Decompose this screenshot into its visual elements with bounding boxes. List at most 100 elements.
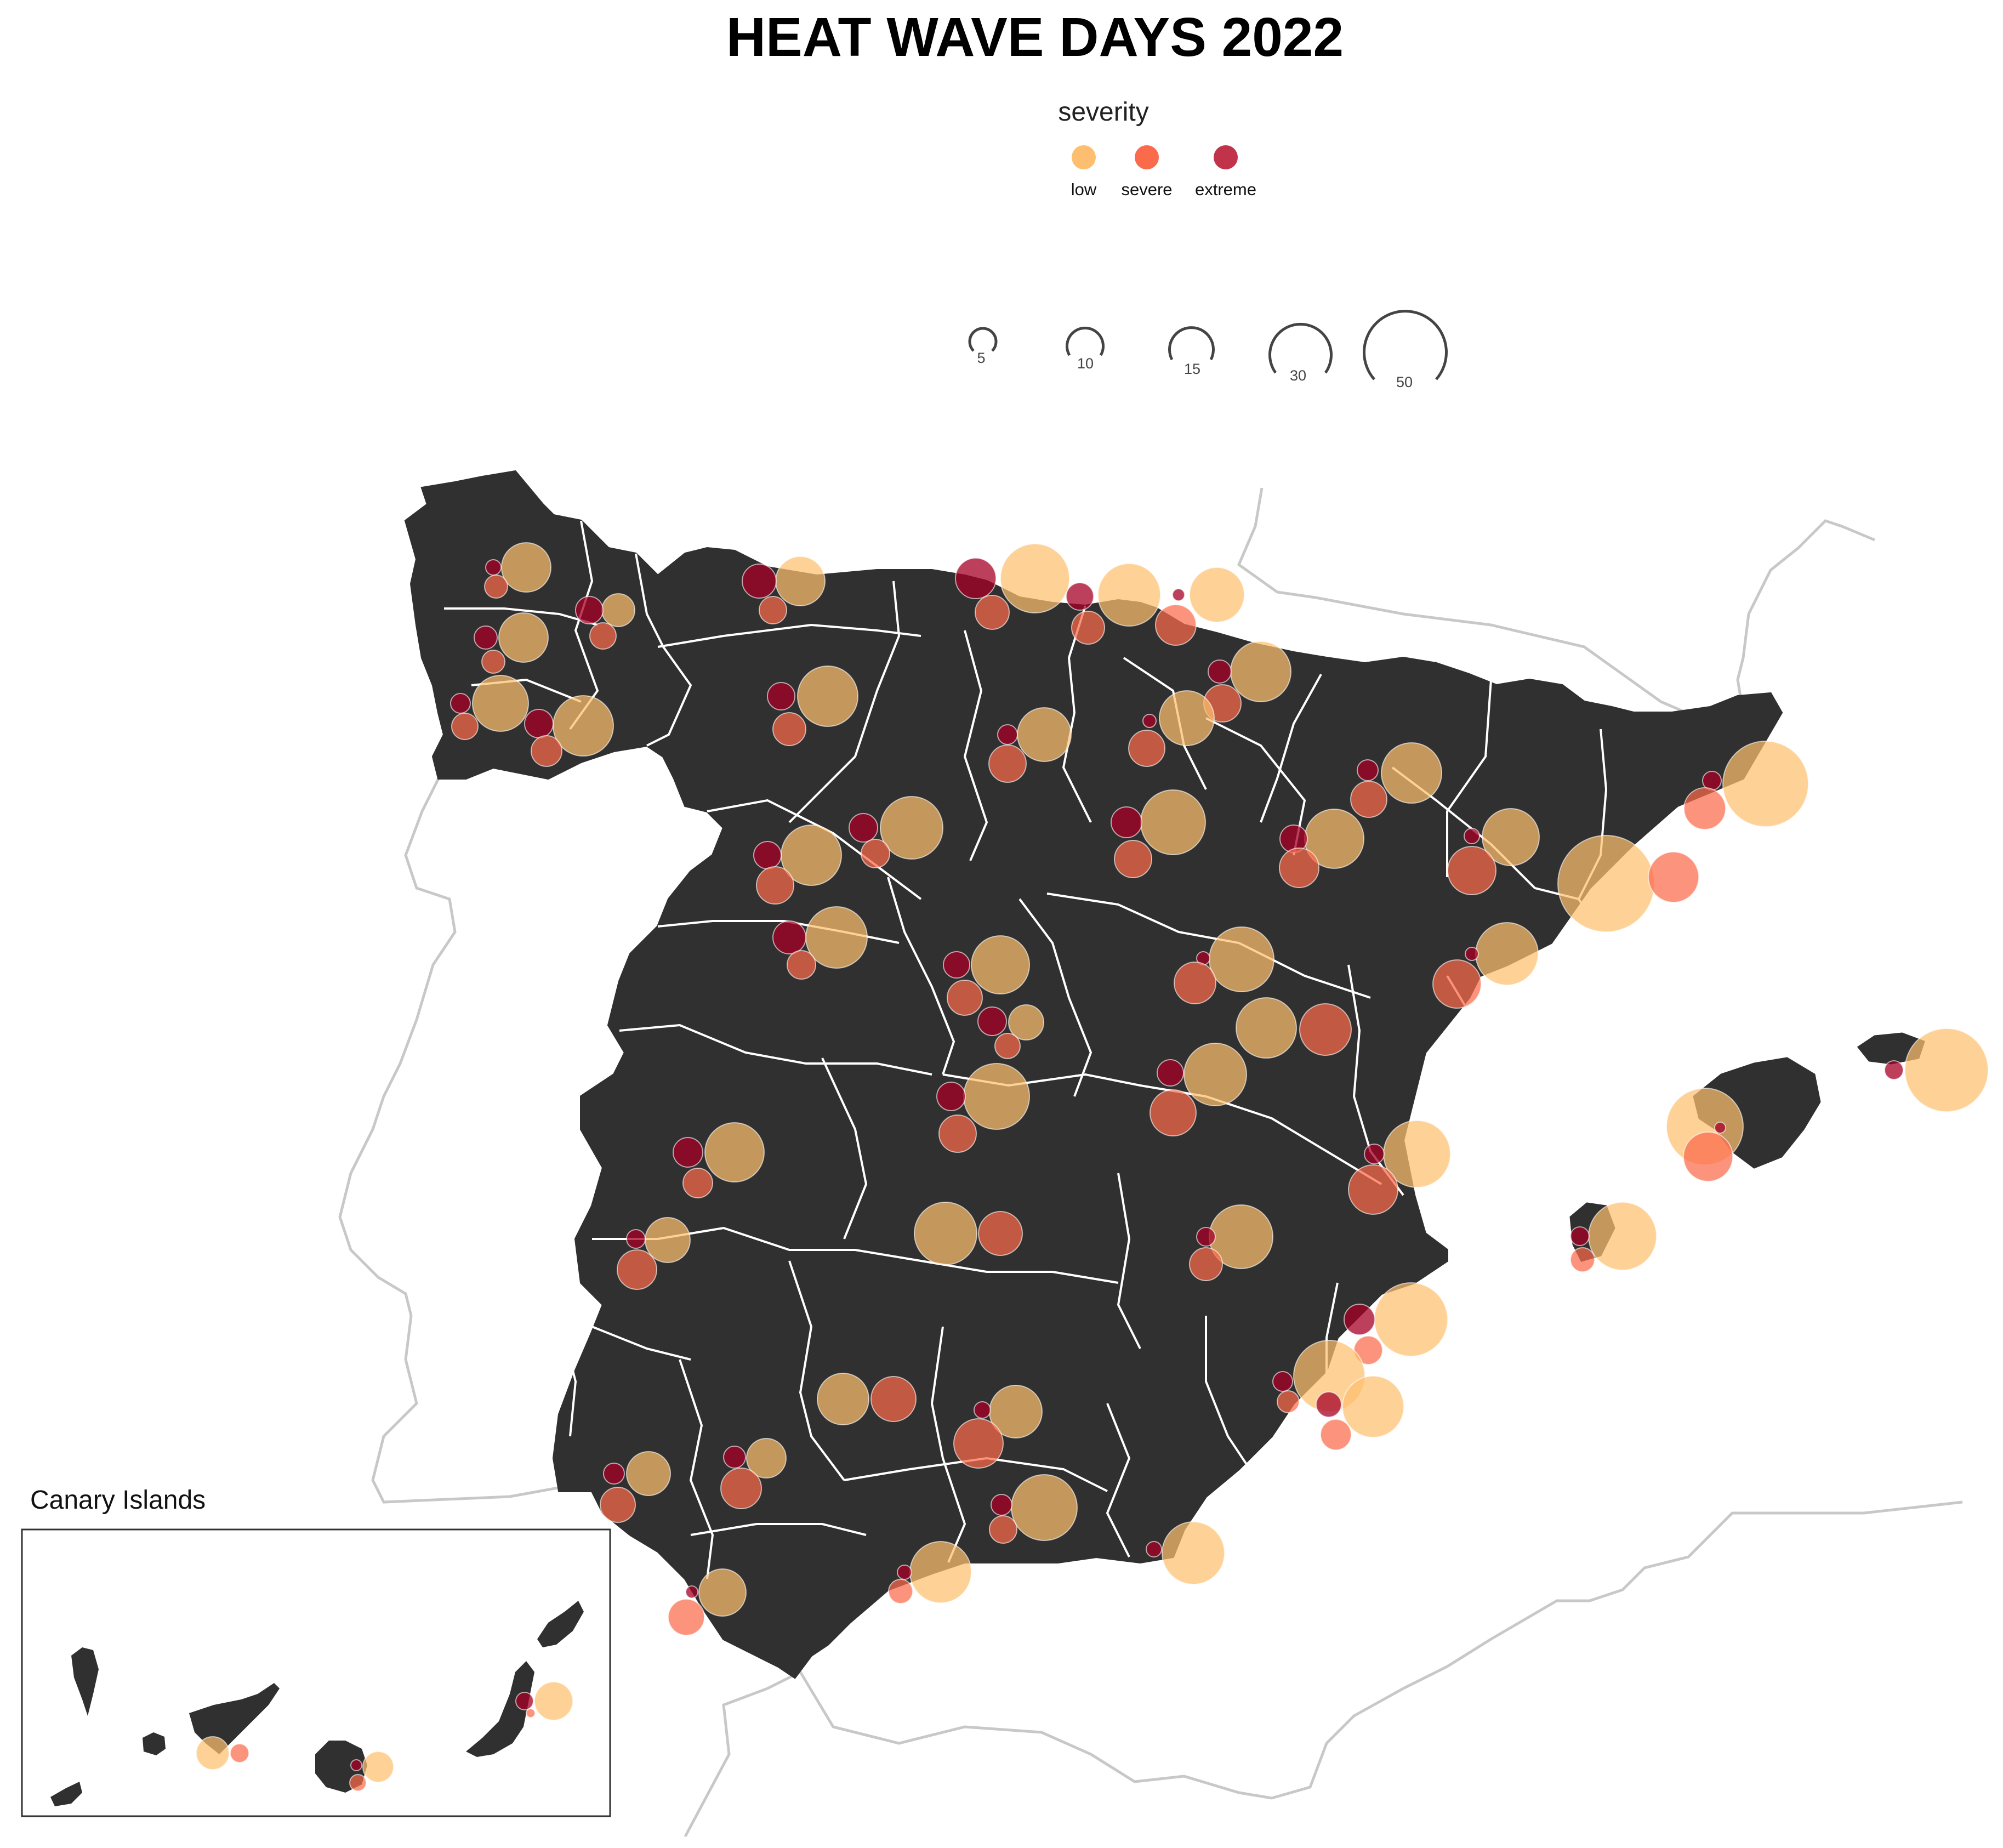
size-legend-arc-10 xyxy=(1066,326,1105,356)
bubble-severe xyxy=(1648,851,1699,903)
bubble-extreme xyxy=(485,559,502,576)
bubble-extreme xyxy=(997,724,1018,745)
size-legend-label-30: 30 xyxy=(1290,367,1306,384)
bubble-severe xyxy=(526,1708,536,1718)
bubble-extreme xyxy=(1465,947,1479,961)
bubble-extreme xyxy=(1316,1391,1342,1418)
bubble-low xyxy=(805,906,868,969)
bubble-low xyxy=(1017,707,1072,762)
bubble-severe xyxy=(1128,730,1165,767)
bubble-extreme xyxy=(1884,1060,1904,1080)
bubble-low xyxy=(1588,1202,1657,1271)
bubble-severe xyxy=(1114,840,1152,878)
bubble-severe xyxy=(720,1468,762,1509)
bubble-severe xyxy=(772,712,806,746)
bubble-extreme xyxy=(626,1229,646,1249)
bubble-severe xyxy=(1348,1164,1398,1215)
bubble-low xyxy=(909,1541,972,1604)
bubble-low xyxy=(1162,1521,1225,1585)
bubble-extreme xyxy=(977,1007,1007,1036)
legend-label-extreme: extreme xyxy=(1195,180,1256,199)
bubble-severe xyxy=(938,1115,977,1153)
bubble-severe xyxy=(481,650,505,674)
legend-swatch-low xyxy=(1072,145,1096,169)
bubble-extreme xyxy=(742,564,777,599)
bubble-extreme xyxy=(515,1692,534,1710)
legend-swatch-extreme xyxy=(1214,145,1238,169)
bubble-severe xyxy=(1277,1390,1300,1413)
bubble-low xyxy=(971,935,1030,994)
bubble-severe xyxy=(1570,1247,1595,1272)
bubble-low xyxy=(1342,1375,1404,1438)
bubble-low xyxy=(797,666,858,727)
bubble-low xyxy=(645,1217,691,1263)
bubble-severe xyxy=(1155,604,1197,646)
bubble-extreme xyxy=(1272,1371,1293,1392)
bubble-severe xyxy=(888,1579,913,1604)
bubble-extreme xyxy=(575,596,604,624)
bubble-low xyxy=(1381,742,1442,804)
bubble-low xyxy=(1000,543,1070,613)
portugal-outline xyxy=(338,777,571,1504)
bubble-extreme xyxy=(1570,1226,1590,1246)
bubble-low xyxy=(362,1751,394,1783)
bubble-extreme xyxy=(943,951,970,979)
bubble-extreme xyxy=(1172,588,1185,601)
bubble-severe xyxy=(989,1515,1017,1544)
bubble-severe xyxy=(978,1211,1023,1256)
bubble-extreme xyxy=(1111,806,1142,838)
size-legend-label-5: 5 xyxy=(977,350,985,366)
bubble-severe xyxy=(947,980,983,1016)
bubble-extreme xyxy=(673,1137,703,1168)
bubble-extreme xyxy=(1364,1144,1385,1164)
bubble-low xyxy=(534,1681,573,1721)
size-legend xyxy=(968,310,1448,380)
bubble-low xyxy=(775,556,826,606)
legend-label-severe: severe xyxy=(1121,180,1172,199)
bubble-low xyxy=(1475,922,1539,986)
bubble-severe xyxy=(988,744,1027,783)
bubble-low xyxy=(1097,563,1161,627)
size-legend-label-10: 10 xyxy=(1077,355,1094,372)
bubble-low xyxy=(1159,690,1215,746)
bubble-low xyxy=(1374,1282,1448,1357)
bubble-severe xyxy=(1447,846,1496,895)
bubble-extreme xyxy=(991,1494,1012,1516)
bubble-severe xyxy=(617,1249,657,1290)
canary-inset-label: Canary Islands xyxy=(30,1486,206,1515)
bubble-severe xyxy=(451,713,479,740)
bubble-extreme xyxy=(955,558,997,599)
size-legend-label-50: 50 xyxy=(1396,374,1413,390)
bubble-low xyxy=(1557,835,1655,932)
bubble-extreme xyxy=(350,1759,362,1771)
bubble-low xyxy=(472,675,529,732)
bubble-extreme xyxy=(1142,714,1157,728)
size-legend-arc-50 xyxy=(1363,310,1448,380)
bubble-extreme xyxy=(1344,1304,1375,1335)
bubble-extreme xyxy=(849,813,878,843)
bubble-extreme xyxy=(450,693,471,714)
bubble-severe xyxy=(1071,611,1105,645)
bubble-severe xyxy=(1350,781,1387,818)
bubble-extreme xyxy=(974,1401,991,1419)
bubble-extreme xyxy=(603,1463,625,1485)
bubble-extreme xyxy=(767,682,795,710)
bubble-severe xyxy=(1432,959,1482,1009)
bubble-severe xyxy=(230,1743,249,1763)
bubble-severe xyxy=(756,866,794,905)
bubble-severe xyxy=(531,735,562,767)
bubble-severe xyxy=(1279,848,1319,888)
bubble-extreme xyxy=(1066,582,1094,611)
bubble-extreme xyxy=(474,626,498,650)
severity-legend-title: severity xyxy=(1058,98,1148,127)
bubble-low xyxy=(963,1063,1030,1130)
canary-inset: Canary Islands xyxy=(21,1486,611,1817)
bubble-low xyxy=(626,1451,671,1496)
bubble-low xyxy=(553,695,614,757)
size-legend-arc-15 xyxy=(1168,326,1215,361)
bubble-extreme xyxy=(1208,659,1232,684)
bubble-extreme xyxy=(1464,828,1480,844)
bubble-severe xyxy=(975,595,1010,630)
bubble-severe xyxy=(1683,787,1726,830)
bubble-severe xyxy=(600,1487,636,1523)
